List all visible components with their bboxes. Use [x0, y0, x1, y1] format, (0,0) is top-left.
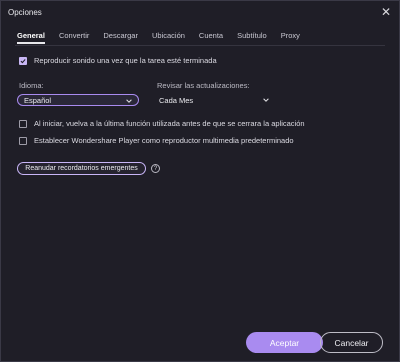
title-bar: Opciones ✕ [1, 1, 399, 23]
default-player-row: Establecer Wondershare Player como repro… [19, 136, 294, 145]
resume-last-checkbox[interactable] [19, 119, 27, 128]
resume-last-row: Al iniciar, vuelva a la última función u… [19, 119, 305, 128]
language-value: Español [24, 95, 52, 105]
tab-proxy[interactable]: Proxy [281, 31, 300, 44]
chevron-down-icon [263, 98, 269, 102]
close-icon[interactable]: ✕ [379, 5, 393, 19]
tab-cuenta[interactable]: Cuenta [199, 31, 223, 44]
reset-popups-button[interactable]: Reanudar recordatorios emergentes [17, 162, 146, 175]
check-icon [20, 58, 26, 63]
options-dialog: Opciones ✕ General Convertir Descargar U… [0, 0, 400, 362]
play-sound-checkbox[interactable] [19, 56, 27, 65]
tab-descargar[interactable]: Descargar [103, 31, 138, 44]
updates-label: Revisar las actualizaciones: [157, 81, 250, 90]
resume-last-label: Al iniciar, vuelva a la última función u… [34, 119, 305, 128]
cancel-button[interactable]: Cancelar [320, 332, 383, 353]
default-player-checkbox[interactable] [19, 136, 27, 145]
tab-convertir[interactable]: Convertir [59, 31, 89, 44]
accept-button[interactable]: Aceptar [246, 332, 323, 353]
updates-select[interactable]: Cada Mes [153, 94, 275, 106]
tab-subtitulo[interactable]: Subtítulo [237, 31, 267, 44]
language-label: Idioma: [19, 81, 44, 90]
play-sound-label: Reproducir sonido una vez que la tarea e… [34, 56, 217, 65]
play-sound-row: Reproducir sonido una vez que la tarea e… [19, 56, 217, 65]
language-select[interactable]: Español [17, 94, 139, 106]
help-icon[interactable]: ? [151, 164, 160, 173]
default-player-label: Establecer Wondershare Player como repro… [34, 136, 294, 145]
tab-bar: General Convertir Descargar Ubicación Cu… [17, 31, 314, 44]
chevron-down-icon [126, 99, 132, 103]
dialog-title: Opciones [8, 8, 42, 17]
tab-general[interactable]: General [17, 31, 45, 44]
updates-value: Cada Mes [159, 95, 194, 105]
tab-divider [15, 45, 385, 46]
tab-ubicacion[interactable]: Ubicación [152, 31, 185, 44]
